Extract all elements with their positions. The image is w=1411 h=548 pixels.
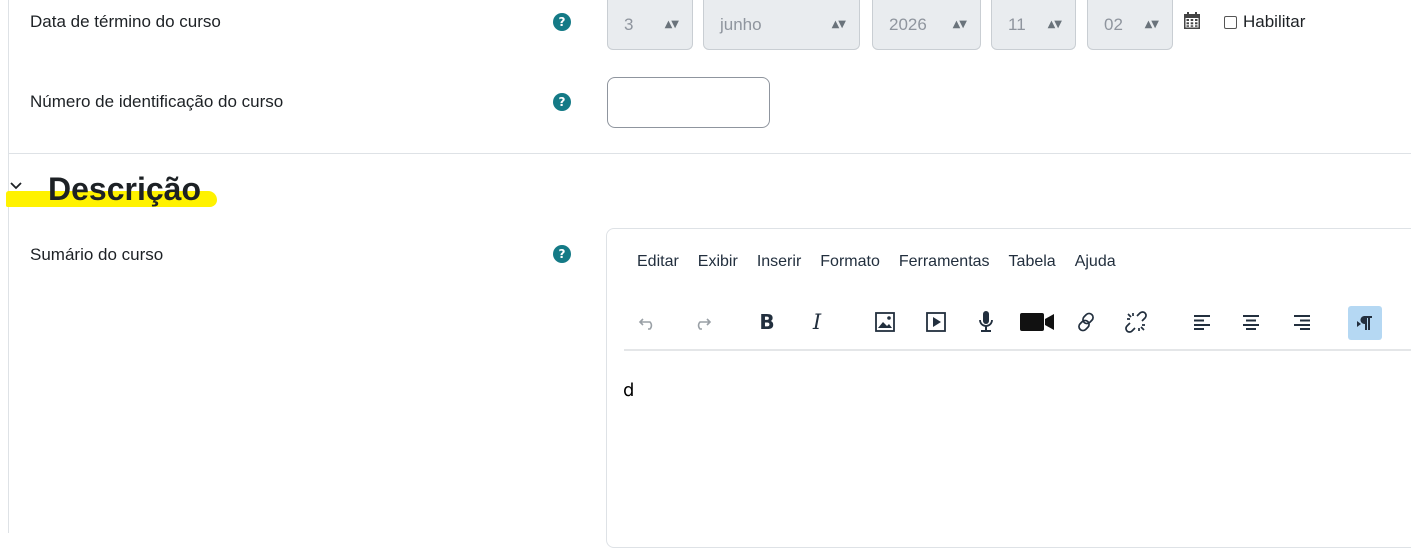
end-hour-value: 11 — [1008, 14, 1026, 34]
select-arrows-icon: ▲▼ — [952, 19, 967, 30]
rich-text-editor[interactable] — [606, 228, 1411, 548]
enable-end-date-checkbox[interactable] — [1224, 16, 1237, 29]
help-icon[interactable]: ? — [553, 13, 571, 31]
menu-ferramentas[interactable]: Ferramentas — [899, 253, 990, 271]
editor-content[interactable]: d — [623, 380, 634, 401]
end-minute-select[interactable]: 02 ▲▼ — [1087, 0, 1173, 50]
menu-editar[interactable]: Editar — [637, 253, 679, 271]
end-year-value: 2026 — [889, 14, 927, 34]
align-left-icon[interactable] — [1188, 308, 1216, 336]
end-hour-select[interactable]: 11 ▲▼ — [991, 0, 1076, 50]
record-audio-icon[interactable] — [972, 308, 1000, 336]
left-border — [8, 0, 9, 533]
image-icon[interactable] — [871, 308, 899, 336]
ltr-paragraph-icon[interactable] — [1348, 306, 1382, 340]
menu-inserir[interactable]: Inserir — [757, 253, 801, 271]
section-title[interactable]: Descrição — [48, 171, 201, 208]
record-video-icon[interactable] — [1018, 308, 1056, 336]
summary-label: Sumário do curso — [30, 245, 164, 264]
bold-icon[interactable]: B — [753, 308, 781, 336]
select-arrows-icon: ▲▼ — [1144, 19, 1159, 30]
end-month-value: junho — [720, 14, 762, 34]
select-arrows-icon: ▲▼ — [831, 19, 846, 30]
enable-end-date-label[interactable]: Habilitar — [1243, 12, 1305, 32]
unlink-icon[interactable] — [1122, 308, 1150, 336]
end-day-select[interactable]: 3 ▲▼ — [607, 0, 693, 50]
idnumber-input[interactable] — [607, 77, 770, 128]
toolbar-divider — [624, 349, 1411, 351]
menu-tabela[interactable]: Tabela — [1009, 253, 1056, 271]
menu-ajuda[interactable]: Ajuda — [1075, 253, 1116, 271]
select-arrows-icon: ▲▼ — [664, 19, 679, 30]
section-divider — [9, 153, 1411, 154]
idnumber-label: Número de identificação do curso — [30, 92, 284, 111]
select-arrows-icon: ▲▼ — [1047, 19, 1062, 30]
italic-icon[interactable]: I — [803, 308, 831, 336]
end-minute-value: 02 — [1104, 14, 1123, 34]
editor-menubar: Editar Exibir Inserir Formato Ferramenta… — [637, 253, 1135, 271]
help-icon[interactable]: ? — [553, 93, 571, 111]
end-month-select[interactable]: junho ▲▼ — [703, 0, 860, 50]
chevron-down-icon[interactable] — [8, 179, 24, 193]
help-icon[interactable]: ? — [553, 245, 571, 263]
end-year-select[interactable]: 2026 ▲▼ — [872, 0, 981, 50]
media-icon[interactable] — [922, 308, 950, 336]
link-icon[interactable] — [1072, 308, 1100, 336]
calendar-icon[interactable] — [1184, 12, 1200, 29]
align-right-icon[interactable] — [1288, 308, 1316, 336]
menu-formato[interactable]: Formato — [820, 253, 880, 271]
align-center-icon[interactable] — [1237, 308, 1265, 336]
menu-exibir[interactable]: Exibir — [698, 253, 738, 271]
undo-icon[interactable] — [634, 308, 662, 336]
end-day-value: 3 — [624, 14, 634, 34]
end-date-label: Data de término do curso — [30, 12, 221, 31]
redo-icon[interactable] — [688, 308, 716, 336]
